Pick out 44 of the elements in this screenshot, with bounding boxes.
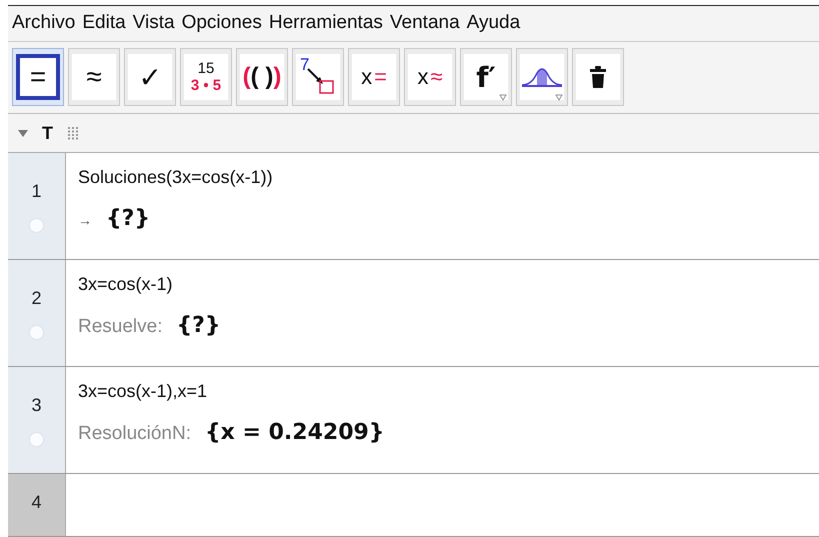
menu-item[interactable]: Ayuda xyxy=(466,12,520,34)
input-expression[interactable]: 3x=cos(x-1) xyxy=(78,274,807,295)
menu-item[interactable]: Edita xyxy=(82,12,126,34)
factor-button[interactable]: 15 3 • 5 xyxy=(180,48,232,106)
output-result: {?} xyxy=(106,206,150,231)
dropdown-triangle-icon xyxy=(555,94,563,101)
derivative-button[interactable]: f′ xyxy=(460,48,512,106)
input-expression[interactable]: Soluciones(3x=cos(x-1)) xyxy=(78,167,807,188)
collapse-triangle-icon[interactable] xyxy=(18,130,28,136)
visibility-toggle[interactable] xyxy=(29,432,44,447)
input-expression[interactable]: 3x=cos(x-1),x=1 xyxy=(78,381,807,402)
menu-item[interactable]: Herramientas xyxy=(268,12,383,34)
row-number: 1 xyxy=(31,181,42,202)
visibility-toggle[interactable] xyxy=(29,218,44,233)
row-header[interactable]: 4 xyxy=(8,474,66,536)
output-label: Resuelve: xyxy=(78,316,162,338)
output-label: ResoluciónN: xyxy=(78,423,191,445)
visibility-toggle[interactable] xyxy=(29,325,44,340)
keep-input-button[interactable]: ✓ xyxy=(124,48,176,106)
row-number: 4 xyxy=(31,492,42,513)
row-number: 2 xyxy=(31,288,42,309)
menu-item[interactable]: Vista xyxy=(132,12,175,34)
menu-item[interactable]: Ventana xyxy=(390,12,460,34)
table-icon[interactable] xyxy=(67,126,79,140)
solve-button[interactable]: x= xyxy=(348,48,400,106)
menu-item[interactable]: Opciones xyxy=(182,12,262,34)
row-header[interactable]: 1 xyxy=(8,153,66,259)
text-style-toggle[interactable]: T xyxy=(42,122,53,144)
substitute-button[interactable]: 7 xyxy=(292,48,344,106)
result-arrow: → xyxy=(78,212,92,228)
row-header[interactable]: 3 xyxy=(8,367,66,473)
row-number: 3 xyxy=(31,395,42,416)
row-header[interactable]: 2 xyxy=(8,260,66,366)
delete-button[interactable] xyxy=(572,48,624,106)
dropdown-triangle-icon xyxy=(499,94,507,101)
trash-icon xyxy=(590,66,606,88)
output-result: {x = 0.24209} xyxy=(205,420,384,445)
output-result: {?} xyxy=(176,313,221,338)
numeric-button[interactable]: ≈ xyxy=(68,48,120,106)
evaluate-button[interactable]: = xyxy=(12,48,64,106)
probability-button[interactable] xyxy=(516,48,568,106)
menu-item[interactable]: Archivo xyxy=(12,12,76,34)
numeric-solve-button[interactable]: x≈ xyxy=(404,48,456,106)
expand-button[interactable]: (( )) xyxy=(236,48,288,106)
